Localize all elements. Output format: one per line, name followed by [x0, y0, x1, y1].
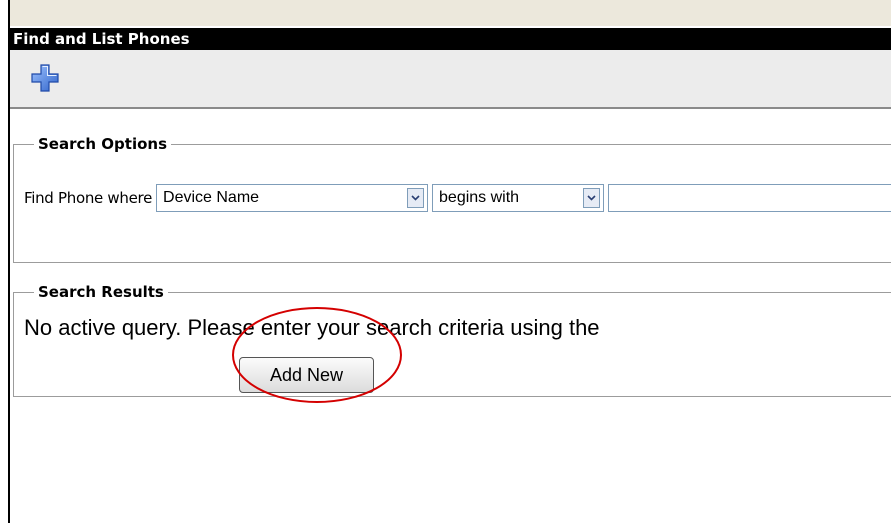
operator-select[interactable]: begins with: [432, 184, 605, 212]
chevron-down-icon[interactable]: [407, 188, 425, 208]
operator-select-value: begins with: [439, 189, 520, 206]
search-results-legend: Search Results: [38, 283, 164, 301]
find-row: Find Phone where Device Name begins with: [24, 183, 891, 213]
field-select[interactable]: Device Name: [156, 184, 429, 212]
page-title: Find and List Phones: [10, 28, 891, 50]
chevron-down-icon[interactable]: [583, 188, 601, 208]
find-phone-label: Find Phone where: [24, 189, 153, 207]
add-new-button[interactable]: Add New: [239, 357, 374, 393]
page-frame: Find and List Phones Search Options Find…: [8, 0, 891, 523]
toolbar: [10, 50, 891, 109]
search-results-panel: Search Results No active query. Please e…: [13, 283, 891, 397]
search-options-panel: Search Options Find Phone where Device N…: [13, 135, 891, 263]
field-select-value: Device Name: [163, 189, 260, 206]
no-query-message: No active query. Please enter your searc…: [24, 315, 600, 340]
plus-icon[interactable]: [30, 63, 60, 93]
search-options-legend: Search Options: [38, 135, 168, 153]
top-strip: [10, 0, 891, 26]
search-input[interactable]: [608, 184, 891, 212]
